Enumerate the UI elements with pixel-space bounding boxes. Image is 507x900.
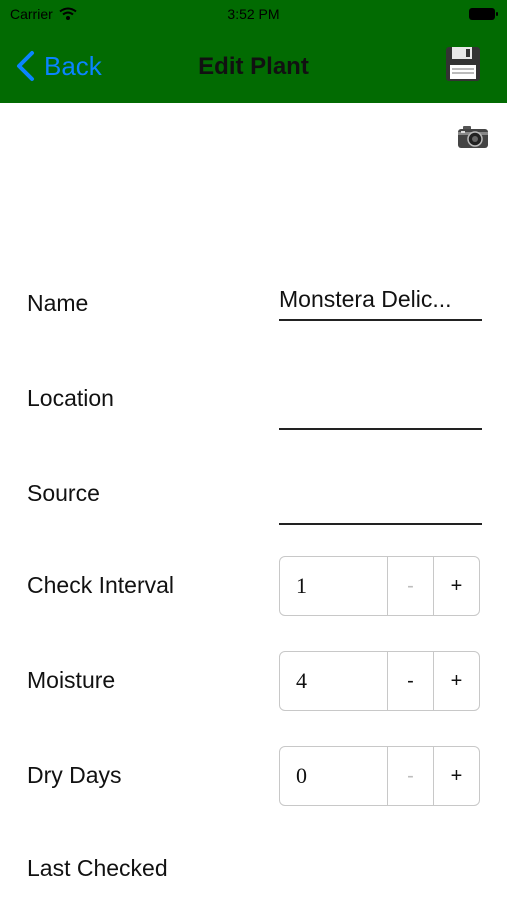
status-time: 3:52 PM xyxy=(227,6,280,22)
camera-icon[interactable] xyxy=(457,124,489,150)
dry-days-label: Dry Days xyxy=(27,762,122,788)
last-checked-label: Last Checked xyxy=(27,855,168,881)
moisture-value[interactable]: 4 xyxy=(280,652,388,710)
dry-days-stepper: 0 - + xyxy=(279,746,480,806)
moisture-label: Moisture xyxy=(27,667,116,693)
save-floppy-icon[interactable] xyxy=(445,46,481,82)
check-interval-stepper: 1 - + xyxy=(279,556,480,616)
moisture-plus-button[interactable]: + xyxy=(434,652,479,710)
back-label: Back xyxy=(44,50,102,81)
moisture-minus-button[interactable]: - xyxy=(388,652,434,710)
check-interval-plus-button[interactable]: + xyxy=(434,557,479,615)
moisture-stepper: 4 - + xyxy=(279,651,480,711)
check-interval-minus-button[interactable]: - xyxy=(388,557,434,615)
source-field[interactable] xyxy=(279,476,482,525)
location-field[interactable] xyxy=(279,381,482,430)
back-button[interactable]: Back xyxy=(14,50,102,82)
check-interval-label: Check Interval xyxy=(27,572,175,598)
name-label: Name xyxy=(27,290,89,316)
chevron-left-icon xyxy=(17,51,34,81)
status-bar: Carrier 3:52 PM xyxy=(0,0,507,28)
navigation-bar: Back Edit Plant xyxy=(0,28,507,103)
dry-days-minus-button[interactable]: - xyxy=(388,747,434,805)
name-field[interactable]: Monstera Delic... xyxy=(279,286,482,321)
battery-icon xyxy=(469,8,498,20)
source-label: Source xyxy=(27,480,100,506)
check-interval-value[interactable]: 1 xyxy=(280,557,388,615)
location-label: Location xyxy=(27,385,114,411)
dry-days-plus-button[interactable]: + xyxy=(434,747,479,805)
dry-days-value[interactable]: 0 xyxy=(280,747,388,805)
